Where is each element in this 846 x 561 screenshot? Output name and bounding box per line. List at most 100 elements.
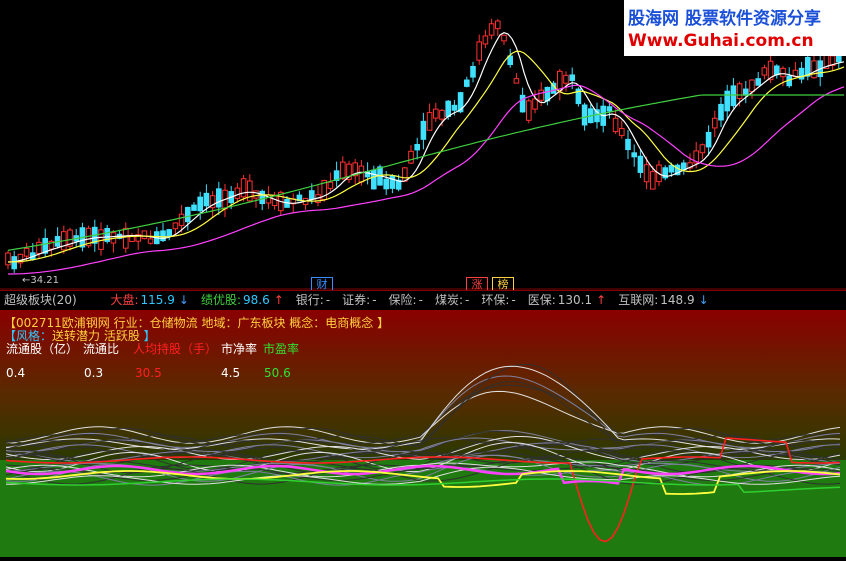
candle-body (650, 171, 656, 190)
watermark-logo: 股海网 股票软件资源分享 Www.Guhai.com.cn (624, 0, 846, 56)
candle-body (23, 247, 30, 257)
watermark-title: 股海网 股票软件资源分享 (628, 4, 821, 29)
candle-body (402, 167, 408, 182)
arrow-up-icon: ↑ (273, 293, 284, 307)
ma-mid-line (7, 50, 845, 263)
candle-body (197, 196, 203, 212)
candle-body (526, 100, 532, 121)
index-label: 环保: (481, 293, 510, 307)
candle-body (538, 89, 545, 101)
index-value: 115.9 (140, 293, 175, 307)
index-item[interactable]: 银行: - (296, 293, 332, 307)
candle-body (619, 128, 625, 136)
candle-body (451, 104, 458, 111)
candle-body (470, 65, 476, 78)
candle-body (5, 252, 11, 266)
candle-body (439, 109, 445, 120)
candle-body (581, 104, 588, 126)
candle-body (780, 67, 786, 78)
index-label: 煤炭: (434, 293, 463, 307)
candle-body (569, 74, 576, 81)
index-item[interactable]: 医保: 130.1 ↑ (528, 293, 608, 307)
candle-body (631, 152, 638, 158)
value-pb-ratio: 4.5 (221, 366, 241, 380)
header-float-shares: 流通股（亿） (6, 342, 79, 356)
candle-body (327, 181, 334, 189)
candle-body (743, 88, 749, 96)
candle-body (11, 256, 17, 270)
candle-body (408, 150, 414, 164)
candle-body (519, 94, 526, 113)
candle-body (811, 60, 817, 79)
candle-body (488, 23, 495, 36)
index-value: 148.9 (660, 293, 695, 307)
index-item[interactable]: 环保: - (481, 293, 517, 307)
candle-body (259, 190, 265, 205)
value-float-shares: 0.4 (6, 366, 26, 380)
candle-body (185, 206, 191, 223)
candle-body (414, 143, 420, 151)
header-pb-ratio: 市净率 (221, 342, 258, 356)
header-float-ratio: 流通比 (83, 342, 120, 356)
candle-body (730, 85, 737, 107)
candle-body (216, 188, 222, 208)
value-pe-ratio: 50.6 (264, 366, 291, 380)
indicator-panel[interactable]: 【002711欧浦钢网 行业：仓储物流 地域：广东板块 概念：电商概念 】 【风… (0, 310, 846, 557)
candle-body (495, 20, 501, 30)
candle-body (625, 138, 631, 151)
index-value: - (418, 293, 423, 307)
indicator-plot[interactable] (0, 310, 846, 557)
value-avg-holding: 30.5 (135, 366, 162, 380)
candle-body (643, 164, 650, 183)
candle-body (191, 204, 197, 211)
index-item[interactable]: 证券: - (342, 293, 378, 307)
arrow-down-icon: ↓ (178, 293, 189, 307)
index-item[interactable]: 保险: - (389, 293, 425, 307)
candle-body (724, 90, 731, 112)
index-list: 大盘: 115.9 ↓ 绩优股: 98.6 ↑ 银行: - 证券: - 保险: - 煤炭: - 环保: - 医保… (110, 293, 720, 307)
candle-body (482, 35, 489, 45)
candle-body (160, 230, 166, 242)
index-label: 保险: (388, 293, 417, 307)
index-label: 大盘: (110, 293, 139, 307)
candle-body (433, 108, 439, 119)
candle-body (123, 227, 129, 249)
candle-body (178, 213, 185, 226)
candle-body (736, 83, 743, 99)
header-pe-ratio: 市盈率 (263, 342, 300, 356)
candle-body (203, 192, 210, 207)
candle-body (699, 144, 706, 154)
sector-index-bar: 超级板块(20) 大盘: 115.9 ↓ 绩优股: 98.6 ↑ 银行: - 证券: - 保险: - 煤… (0, 290, 846, 311)
candle-body (749, 79, 755, 93)
index-label: 银行: (295, 293, 324, 307)
index-value: 130.1 (557, 293, 593, 307)
arrow-up-icon: ↑ (596, 293, 607, 307)
index-label: 医保: (527, 293, 556, 307)
panel-name[interactable]: 超级板块(20) (4, 293, 77, 307)
candle-body (718, 103, 724, 121)
index-item[interactable]: 绩优股: 98.6 ↑ (201, 293, 286, 307)
candle-body (383, 178, 389, 190)
watermark-brand: 股海网 (628, 9, 679, 29)
candle-body (340, 161, 346, 180)
index-item[interactable]: 互联网: 148.9 ↓ (618, 293, 710, 307)
index-label: 互联网: (618, 293, 659, 307)
candle-body (426, 112, 433, 131)
candle-body (445, 100, 451, 118)
index-value: 98.6 (242, 293, 270, 307)
index-value: - (372, 293, 377, 307)
candle-body (563, 74, 569, 84)
watermark-slogan: 股票软件资源分享 (685, 9, 821, 29)
candle-body (141, 230, 148, 240)
index-item[interactable]: 大盘: 115.9 ↓ (110, 293, 190, 307)
candle-body (507, 55, 513, 66)
value-float-ratio: 0.3 (84, 366, 104, 380)
index-item[interactable]: 煤炭: - (435, 293, 471, 307)
watermark-url: Www.Guhai.com.cn (628, 31, 814, 51)
index-value: - (464, 293, 470, 307)
candle-body (501, 34, 507, 42)
candle-body (805, 56, 811, 77)
candle-body (389, 175, 396, 189)
candle-body (513, 78, 520, 84)
candle-body (371, 169, 377, 190)
